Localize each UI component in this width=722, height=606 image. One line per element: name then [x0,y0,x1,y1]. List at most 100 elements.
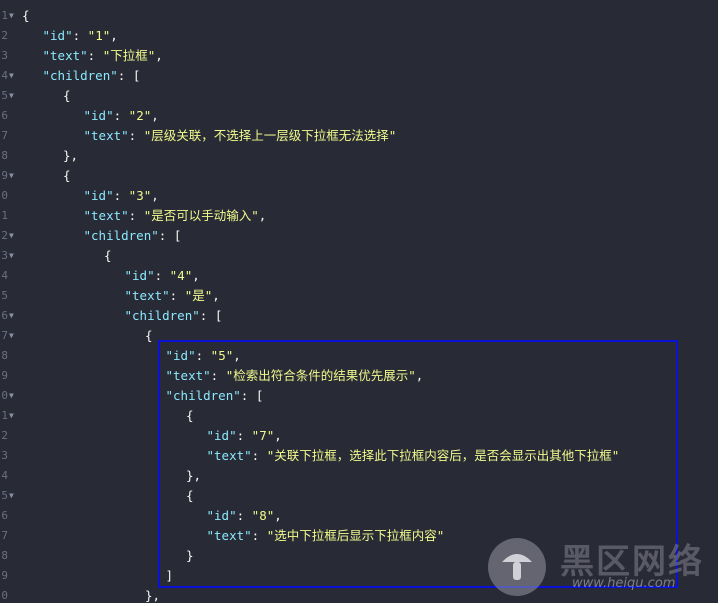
fold-toggle-icon[interactable]: ▼ [9,86,14,106]
line-number: 7 [1,529,8,542]
json-punctuation: : [113,108,129,123]
code-line: 7 "text": "层级关联，不选择上一层级下拉框无法选择" [0,126,718,146]
json-punctuation: : [154,268,170,283]
json-punctuation: , [258,208,267,223]
code-line: 5 "text": "是", [0,286,718,306]
json-punctuation: : [87,48,103,63]
line-number: 2 [1,29,8,42]
code-text: { [22,6,30,26]
line-number: 6 [1,309,8,322]
json-key: "id" [83,188,114,203]
fold-toggle-icon[interactable]: ▼ [9,226,14,246]
line-number: 8 [1,149,8,162]
json-punctuation: : [ [158,228,182,243]
json-key: "text" [124,288,170,303]
json-punctuation: : [ [199,308,223,323]
code-line: 0 "id": "3", [0,186,718,206]
json-key: "id" [83,108,114,123]
json-punctuation: , [155,48,163,63]
line-number: 9 [1,369,8,382]
json-string: "是否可以手动输入" [143,208,259,223]
json-punctuation: : [ [117,68,141,83]
code-line: 2 "id": "1", [0,26,718,46]
fold-toggle-icon[interactable]: ▼ [9,66,14,86]
json-punctuation: }, [145,588,161,603]
watermark-url: www.heiqu.com [572,576,676,591]
fold-toggle-icon[interactable]: ▼ [9,406,14,426]
watermark: 黑区网络 www.heiqu.com [488,532,712,596]
line-number: 0 [1,189,8,202]
code-line: 5 ▼ { [0,86,718,106]
json-punctuation: { [104,248,112,263]
code-text: { [63,166,71,186]
line-number: 4 [1,69,8,82]
line-number: 1 [1,9,8,22]
code-line: 4 ▼ "children": [ [0,66,718,86]
code-line: 1 "text": "是否可以手动输入", [0,206,718,226]
json-key: "text" [83,128,129,143]
line-number: 1 [1,209,8,222]
line-number: 8 [1,549,8,562]
code-text: "id": "2", [84,106,159,126]
fold-toggle-icon[interactable]: ▼ [9,306,14,326]
code-text: { [63,86,71,106]
fold-toggle-icon[interactable]: ▼ [9,246,14,266]
code-line: 2 ▼ "children": [ [0,226,718,246]
code-line: 1 ▼ { [0,6,718,26]
json-string: "2" [128,108,152,123]
json-punctuation: : [113,188,129,203]
line-number: 1 [1,409,8,422]
code-line: 9 ▼ { [0,166,718,186]
json-string: "层级关联，不选择上一层级下拉框无法选择" [143,128,397,143]
json-key: "id" [42,28,73,43]
fold-toggle-icon[interactable]: ▼ [9,166,14,186]
line-number: 3 [1,49,8,62]
line-number: 5 [1,289,8,302]
line-number: 4 [1,269,8,282]
line-number: 2 [1,429,8,442]
fold-toggle-icon[interactable]: ▼ [9,326,14,346]
json-key: "children" [83,228,159,243]
json-key: "children" [42,68,118,83]
watermark-logo [488,538,546,596]
code-text: "text": "是否可以手动输入", [84,206,267,226]
fold-toggle-icon[interactable]: ▼ [9,486,14,506]
json-string: "是" [184,288,213,303]
json-punctuation: { [145,328,153,343]
fold-toggle-icon[interactable]: ▼ [9,6,14,26]
code-text: }, [63,146,78,166]
line-number: 9 [1,569,8,582]
json-punctuation: , [212,288,220,303]
json-punctuation: { [22,8,30,23]
code-line: 6 ▼ "children": [ [0,306,718,326]
code-text: "id": "3", [84,186,159,206]
json-key: "id" [124,268,155,283]
line-number: 0 [1,589,8,602]
code-line: 8}, [0,146,718,166]
code-text: "id": "4", [125,266,200,286]
json-key: "children" [124,308,200,323]
line-number: 5 [1,489,8,502]
json-punctuation: : [128,208,144,223]
code-editor[interactable]: 1 ▼{2 "id": "1", 3 "text": "下拉框", 4 ▼ "children… [0,0,722,603]
line-number: 2 [1,229,8,242]
json-string: "4" [169,268,193,283]
code-line: 4 "id": "4", [0,266,718,286]
json-key: "text" [42,48,88,63]
code-line: 6 "id": "2", [0,106,718,126]
line-number: 7 [1,129,8,142]
fold-toggle-icon[interactable]: ▼ [9,386,14,406]
line-number: 9 [1,169,8,182]
line-number: 3 [1,249,8,262]
json-punctuation: , [192,268,200,283]
json-punctuation: : [72,28,88,43]
code-text: "children": [ [43,66,141,86]
line-number: 6 [1,509,8,522]
json-punctuation: , [151,108,159,123]
line-number: 0 [1,389,8,402]
json-string: "下拉框" [102,48,156,63]
line-number: 4 [1,469,8,482]
line-number: 6 [1,109,8,122]
line-number: 8 [1,349,8,362]
json-punctuation: : [128,128,144,143]
